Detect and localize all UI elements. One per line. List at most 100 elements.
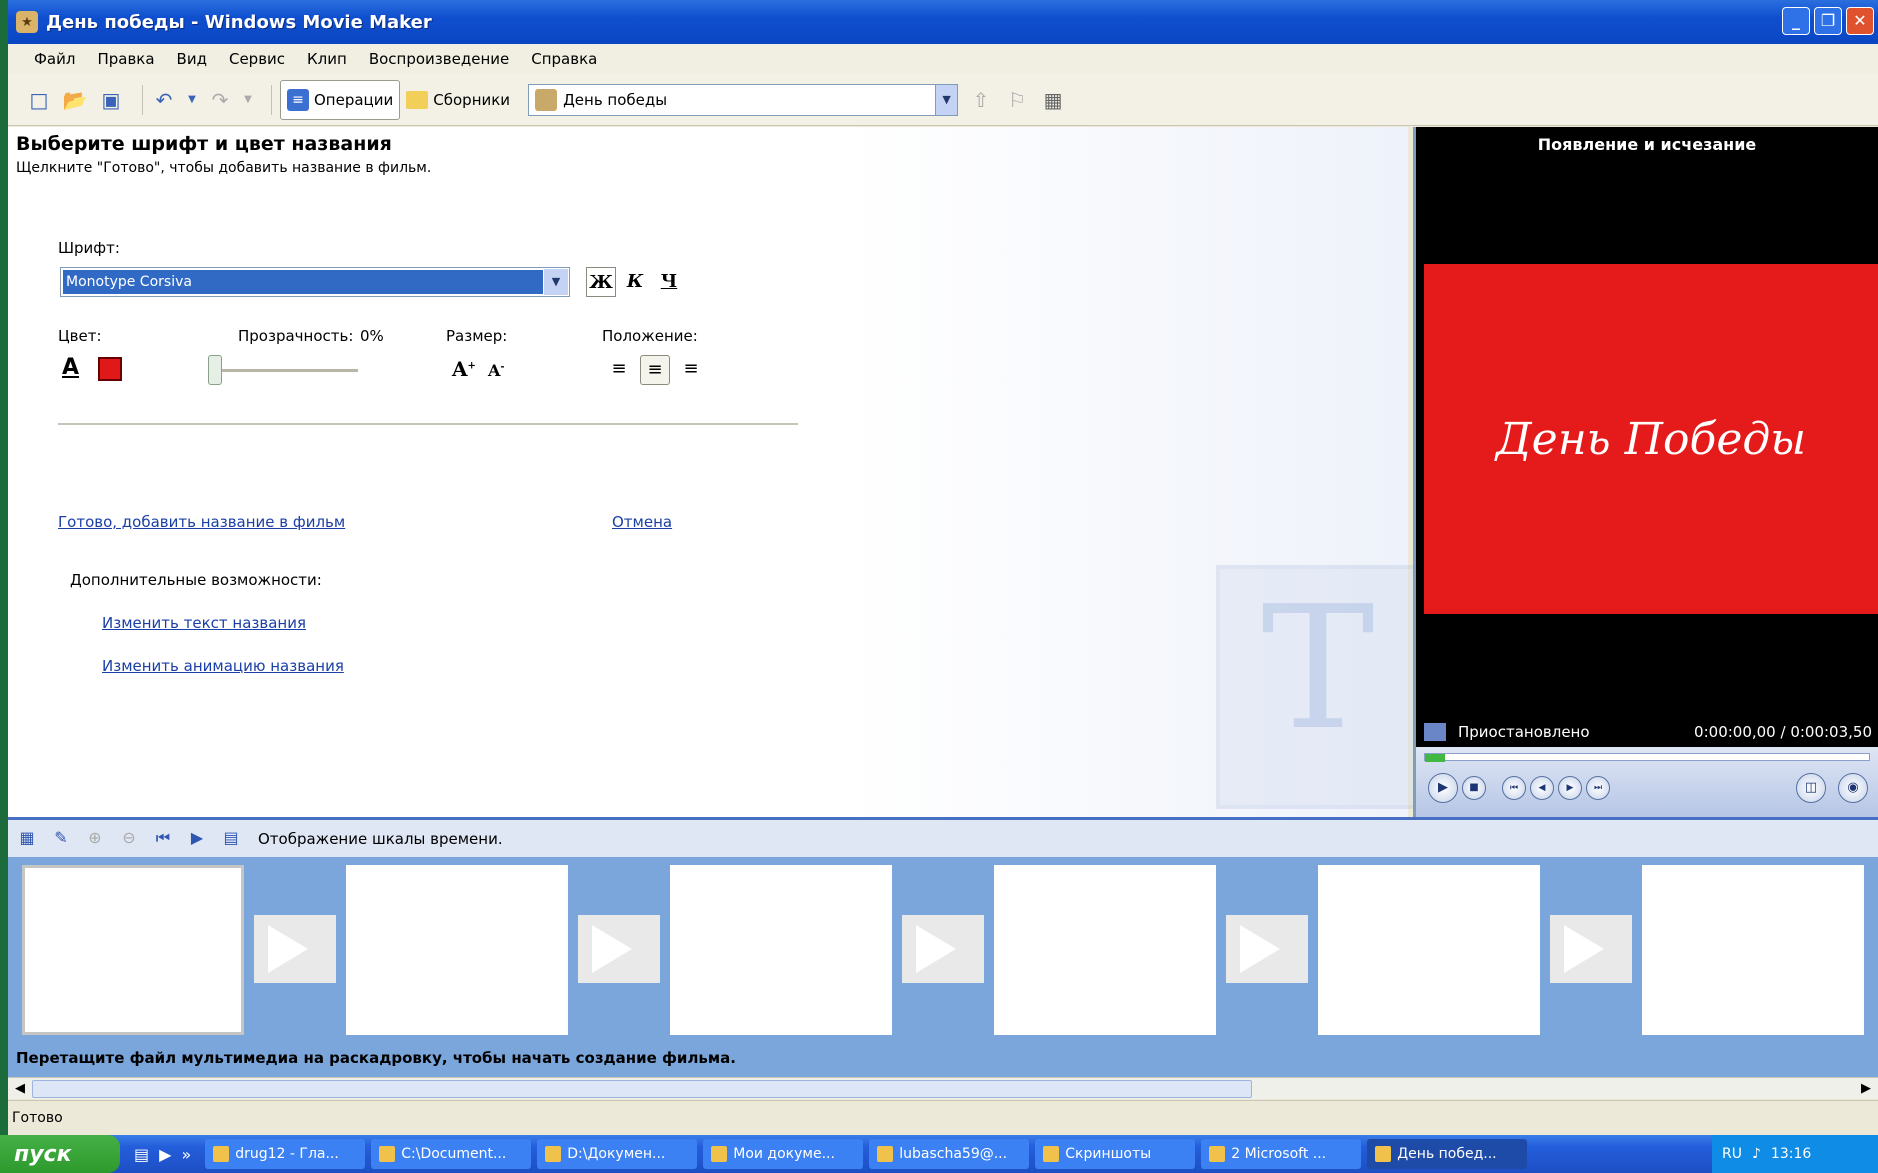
redo-icon[interactable]: ↷ [207,87,233,113]
taskbar-button-label: 2 Microsoft ... [1231,1146,1327,1162]
menu-view[interactable]: Вид [177,50,207,68]
transition-slot[interactable] [902,915,984,983]
menu-help[interactable]: Справка [531,50,597,68]
change-animation-link[interactable]: Изменить анимацию названия [102,657,344,675]
scroll-thumb[interactable] [32,1080,1252,1098]
start-button[interactable]: пуск [0,1135,120,1173]
decrease-size-icon[interactable]: A- [488,361,505,380]
menu-clip[interactable]: Клип [307,50,347,68]
storyboard-slot[interactable] [670,865,892,1035]
restore-button[interactable]: ❐ [1814,7,1842,35]
taskbar-button[interactable]: Скриншоты [1035,1139,1196,1169]
collections-button[interactable]: Сборники [400,80,516,120]
transition-slot[interactable] [1550,915,1632,983]
color-swatch[interactable] [98,357,122,381]
more-quicklaunch-icon[interactable]: » [181,1145,191,1164]
transition-slot[interactable] [578,915,660,983]
transition-slot[interactable] [254,915,336,983]
transition-slot[interactable] [1226,915,1308,983]
undo-dropdown-icon[interactable]: ▼ [187,87,197,113]
increase-size-icon[interactable]: A+ [452,357,476,381]
media-player-icon[interactable]: ▶ [159,1145,171,1164]
zoom-in-icon[interactable]: ⊕ [84,828,106,850]
menu-play[interactable]: Воспроизведение [369,50,509,68]
volume-icon[interactable]: ♪ [1752,1146,1761,1162]
menu-tools[interactable]: Сервис [229,50,285,68]
play-storyboard-icon[interactable]: ▶ [186,828,208,850]
movie-maker-app-icon: ★ [16,11,38,33]
system-tray: RU ♪ 13:16 [1712,1135,1878,1173]
underline-button[interactable]: Ч [654,267,684,297]
align-center-icon[interactable]: ≡ [640,355,670,385]
taskbar-button-label: C:\Document... [401,1146,507,1162]
menu-edit[interactable]: Правка [97,50,154,68]
storyboard-slot[interactable] [1642,865,1864,1035]
align-left-icon[interactable]: ≡ [604,355,634,385]
narrate-icon[interactable]: ▦ [16,828,38,850]
preview-title: Появление и исчезание [1537,135,1757,154]
taskbar-button[interactable]: drug12 - Гла... [205,1139,366,1169]
storyboard-slot[interactable] [994,865,1216,1035]
change-text-link[interactable]: Изменить текст названия [102,614,306,632]
timeline-icon[interactable]: ▤ [220,828,242,850]
audio-levels-icon[interactable]: ✎ [50,828,72,850]
show-desktop-icon[interactable]: ▤ [134,1145,149,1164]
next-frame-icon[interactable]: ▶ [1558,776,1582,800]
align-right-icon[interactable]: ≡ [676,355,706,385]
new-folder-icon[interactable]: ⚐ [1004,87,1030,113]
previous-frame-icon[interactable]: ◀ [1530,776,1554,800]
menu-file[interactable]: Файл [34,50,75,68]
fast-forward-icon[interactable]: ⏭ [1586,776,1610,800]
rewind-storyboard-icon[interactable]: ⏮ [152,828,174,850]
taskbar-button[interactable]: lubascha59@... [869,1139,1030,1169]
language-indicator[interactable]: RU [1722,1146,1742,1162]
storyboard-slot[interactable] [1318,865,1540,1035]
taskbar-button[interactable]: 2 Microsoft ... [1201,1139,1362,1169]
redo-dropdown-icon[interactable]: ▼ [243,87,253,113]
taskbar-button-label: lubascha59@... [899,1146,1008,1162]
rewind-icon[interactable]: ⏮ [1502,776,1526,800]
italic-button[interactable]: К [620,267,650,297]
app-icon [213,1146,230,1162]
show-timeline-toggle[interactable]: Отображение шкалы времени. [258,830,503,848]
storyboard[interactable]: Перетащите файл мультимедиа на раскадров… [8,857,1878,1077]
stop-icon[interactable]: ■ [1462,776,1486,800]
snapshot-icon[interactable]: ◉ [1838,773,1868,803]
seek-handle[interactable] [1425,754,1445,762]
new-project-icon[interactable]: □ [26,87,52,113]
scroll-right-icon[interactable]: ▶ [1856,1079,1876,1099]
taskbar-button-active[interactable]: День побед... [1367,1139,1528,1169]
undo-icon[interactable]: ↶ [151,87,177,113]
storyboard-slot[interactable] [22,865,244,1035]
views-icon[interactable]: ▦ [1040,87,1066,113]
minimize-button[interactable]: _ [1782,7,1810,35]
storyboard-slot[interactable] [346,865,568,1035]
operations-button[interactable]: ≡ Операции [280,79,401,120]
close-button[interactable]: ✕ [1846,7,1874,35]
play-icon[interactable]: ▶ [1428,773,1458,803]
horizontal-scrollbar[interactable]: ◀ ▶ [8,1077,1878,1099]
preview-screen: День Победы [1424,264,1878,614]
bold-button[interactable]: Ж [586,267,616,297]
collection-combo[interactable]: День победы ▼ [528,83,959,116]
font-select[interactable]: Monotype Corsiva ▼ [60,267,570,297]
taskbar-button[interactable]: D:\Докумен... [537,1139,698,1169]
taskbar-button[interactable]: C:\Document... [371,1139,532,1169]
taskbar-button[interactable]: Мои докуме... [703,1139,864,1169]
operations-label: Операции [314,90,394,109]
zoom-out-icon[interactable]: ⊖ [118,828,140,850]
chevron-down-icon[interactable]: ▼ [544,269,568,295]
up-folder-icon[interactable]: ⇧ [968,87,994,113]
save-project-icon[interactable]: ▣ [98,87,124,113]
svg-text:T: T [1261,570,1374,768]
done-link[interactable]: Готово, добавить название в фильм [58,513,345,531]
scroll-left-icon[interactable]: ◀ [10,1079,30,1099]
open-project-icon[interactable]: 📂 [62,87,88,113]
split-clip-icon[interactable]: ◫ [1796,773,1826,803]
seek-bar[interactable] [1424,753,1870,762]
chevron-down-icon[interactable]: ▼ [935,84,958,115]
title-bar[interactable]: ★ День победы - Windows Movie Maker _ ❐ … [8,0,1878,44]
text-color-icon[interactable]: A [62,355,79,380]
cancel-link[interactable]: Отмена [612,513,672,531]
transparency-slider[interactable] [208,355,222,385]
